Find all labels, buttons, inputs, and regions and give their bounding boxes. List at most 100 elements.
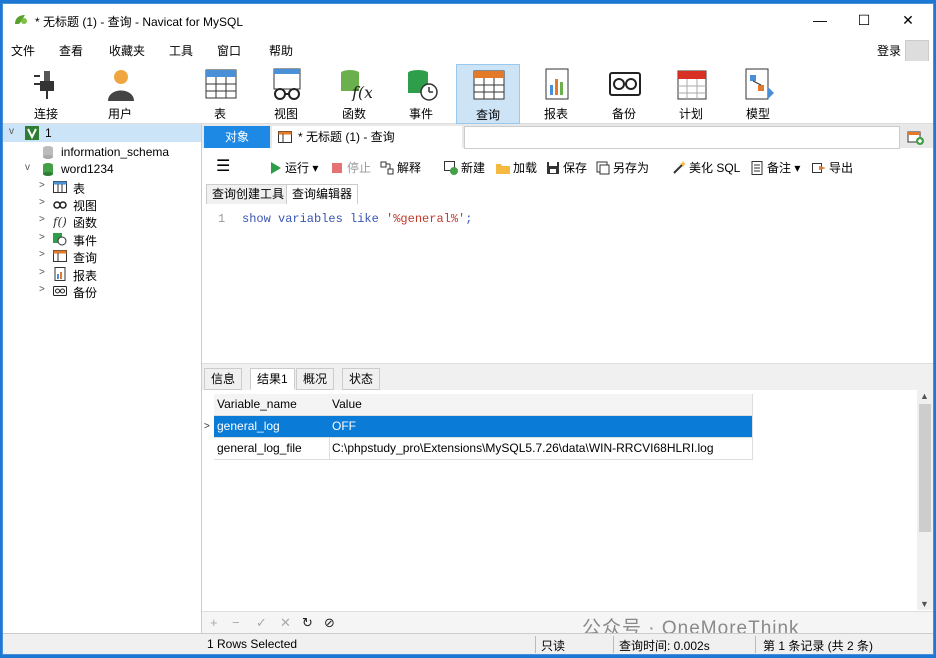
event-icon: [408, 70, 438, 101]
refresh-icon[interactable]: ↻: [302, 615, 313, 631]
result-tabs: 信息 结果1 概况 状态: [202, 363, 933, 391]
backup-button[interactable]: 备份: [593, 64, 655, 122]
scrollbar-thumb[interactable]: [919, 404, 931, 532]
user-button[interactable]: 用户: [89, 64, 151, 122]
backup-icon: [609, 72, 641, 96]
explain-button[interactable]: 解释: [380, 159, 421, 176]
report-button[interactable]: 报表: [525, 64, 587, 122]
column-header[interactable]: Variable_name: [214, 394, 330, 416]
export-button[interactable]: 导出: [812, 159, 853, 176]
svg-text:f(): f(): [53, 215, 67, 228]
grid-toolbar: + − ✓ ✕ ↻ ⊘: [202, 611, 933, 634]
tab-status[interactable]: 状态: [342, 368, 381, 390]
tab-query-editor[interactable]: 查询编辑器: [286, 184, 359, 205]
query-toolbar: ☰ 运行 ▾ 停止 解释 新建 加载 保存 另存为 美化 SQL 备注 ▾ 导出: [202, 151, 933, 181]
chevron-right-icon[interactable]: >: [39, 232, 45, 243]
report-icon: [54, 267, 66, 281]
play-icon: [271, 162, 281, 174]
magic-wand-icon: [673, 161, 686, 174]
view-button[interactable]: 视图: [255, 64, 317, 122]
menu-help[interactable]: 帮助: [269, 42, 293, 59]
menu-bar: 文件 查看 收藏夹 工具 窗口 帮助 登录: [3, 37, 933, 64]
table-button[interactable]: 表: [189, 64, 251, 122]
tab-info[interactable]: 信息: [204, 368, 243, 390]
menu-window[interactable]: 窗口: [217, 42, 241, 59]
chevron-right-icon[interactable]: >: [39, 249, 45, 260]
query-icon: [473, 70, 505, 100]
model-button[interactable]: 模型: [727, 64, 789, 122]
main-toolbar: 连接 用户 表 视图 f(x) 函数 事件 查询 报表: [3, 61, 933, 124]
event-icon: [53, 233, 67, 246]
event-button[interactable]: 事件: [390, 64, 452, 122]
chevron-right-icon[interactable]: >: [39, 214, 45, 225]
maximize-button[interactable]: ☐: [841, 4, 887, 36]
result-grid: Variable_name Value > general_log OFF ge…: [202, 390, 933, 610]
app-window: * 无标题 (1) - 查询 - Navicat for MySQL — ☐ ✕…: [2, 3, 934, 655]
status-query-time: 查询时间: 0.002s: [619, 639, 710, 653]
chevron-down-icon[interactable]: v: [25, 162, 30, 173]
scroll-down-icon[interactable]: ▼: [920, 599, 929, 609]
delete-record-icon[interactable]: −: [232, 615, 240, 630]
main-panel: 对象 * 无标题 (1) - 查询 ☰ 运行 ▾ 停止 解释 新建 加载 保存 …: [202, 124, 933, 639]
function-button[interactable]: f(x) 函数: [323, 64, 385, 122]
current-row-arrow-icon: >: [204, 421, 210, 432]
table-cell[interactable]: general_log: [214, 416, 330, 438]
stop-icon: [332, 163, 342, 173]
query-button[interactable]: 查询: [456, 64, 520, 124]
window-title: * 无标题 (1) - 查询 - Navicat for MySQL: [35, 15, 244, 29]
tab-query[interactable]: * 无标题 (1) - 查询: [272, 126, 462, 148]
status-separator: [755, 636, 756, 653]
close-button[interactable]: ✕: [885, 4, 931, 36]
tab-objects[interactable]: 对象: [204, 126, 270, 148]
discard-icon[interactable]: ✕: [280, 615, 291, 631]
table-icon: [53, 181, 67, 193]
vertical-scrollbar[interactable]: ▲ ▼: [917, 390, 933, 610]
save-as-button[interactable]: 另存为: [596, 159, 649, 176]
plug-icon: [34, 71, 54, 99]
glasses-icon: [273, 68, 301, 100]
add-tab-icon[interactable]: [907, 128, 925, 146]
tab-result1[interactable]: 结果1: [250, 368, 295, 390]
menu-view[interactable]: 查看: [59, 42, 83, 59]
load-button[interactable]: 加载: [496, 159, 537, 176]
tab-profile[interactable]: 概况: [296, 368, 335, 390]
glasses-icon: [53, 201, 67, 209]
table-cell[interactable]: OFF: [329, 416, 753, 438]
comment-button[interactable]: 备注 ▾: [750, 159, 800, 176]
status-separator: [535, 636, 536, 653]
stop-button[interactable]: 停止: [330, 159, 371, 176]
chevron-down-icon[interactable]: v: [9, 126, 14, 137]
beautify-sql-button[interactable]: 美化 SQL: [672, 159, 740, 176]
minimize-button[interactable]: —: [797, 4, 843, 36]
table-cell[interactable]: general_log_file: [214, 438, 330, 460]
sql-editor[interactable]: 1 show variables like '%general%';: [202, 204, 933, 361]
connect-button[interactable]: 连接: [15, 64, 77, 122]
menu-tools[interactable]: 工具: [169, 42, 193, 59]
scroll-up-icon[interactable]: ▲: [920, 391, 929, 401]
add-record-icon[interactable]: +: [210, 615, 218, 630]
stop-query-icon[interactable]: ⊘: [324, 615, 335, 631]
save-button[interactable]: 保存: [546, 159, 587, 176]
save-icon: [547, 162, 559, 174]
tab-query-builder[interactable]: 查询创建工具: [206, 184, 291, 205]
chevron-right-icon[interactable]: >: [39, 284, 45, 295]
apply-icon[interactable]: ✓: [256, 615, 267, 631]
folder-icon: [496, 164, 510, 174]
chevron-right-icon[interactable]: >: [39, 197, 45, 208]
menu-icon[interactable]: ☰: [216, 156, 230, 176]
column-header[interactable]: Value: [329, 394, 753, 416]
database-icon: [43, 146, 53, 159]
menu-favorites[interactable]: 收藏夹: [109, 42, 145, 59]
schedule-button[interactable]: 计划: [660, 64, 722, 122]
chevron-right-icon[interactable]: >: [39, 180, 45, 191]
chevron-right-icon[interactable]: >: [39, 267, 45, 278]
login-link[interactable]: 登录: [877, 42, 901, 59]
new-query-icon: [444, 161, 458, 175]
run-button[interactable]: 运行 ▾: [268, 159, 318, 176]
user-icon: [108, 70, 134, 101]
table-cell[interactable]: C:\phpstudy_pro\Extensions\MySQL5.7.26\d…: [329, 438, 753, 460]
tab-bar: 对象 * 无标题 (1) - 查询: [202, 124, 933, 149]
svg-text:f(x): f(x): [351, 83, 372, 101]
menu-file[interactable]: 文件: [11, 42, 35, 59]
new-button[interactable]: 新建: [444, 159, 485, 176]
